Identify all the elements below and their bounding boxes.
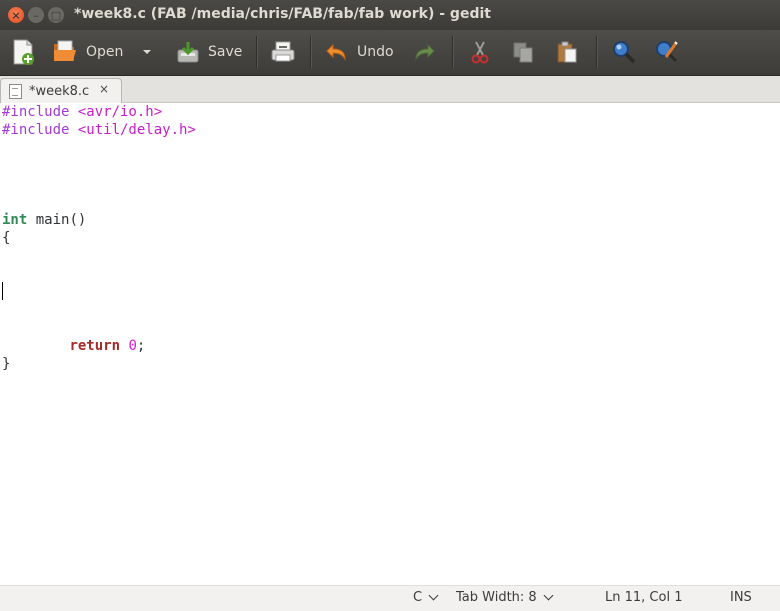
save-icon bbox=[177, 42, 199, 63]
copy-button[interactable] bbox=[511, 36, 535, 68]
toolbar-separator bbox=[452, 36, 453, 68]
return-keyword: return bbox=[69, 338, 121, 354]
paste-button[interactable] bbox=[555, 36, 579, 68]
new-button[interactable] bbox=[10, 36, 36, 68]
insert-mode: INS bbox=[730, 590, 752, 605]
undo-label: Undo bbox=[357, 44, 394, 60]
paste-icon bbox=[557, 41, 577, 63]
preprocessor-directive: #include bbox=[2, 104, 78, 120]
cut-icon bbox=[471, 41, 489, 64]
new-document-icon bbox=[13, 39, 34, 65]
include-path: <avr/io.h> bbox=[77, 104, 163, 120]
tab-label: *week8.c bbox=[29, 83, 90, 99]
maximize-icon[interactable]: □ bbox=[48, 7, 64, 23]
type-keyword: int bbox=[2, 212, 28, 228]
toolbar-separator bbox=[256, 36, 257, 68]
dropdown-arrow-icon bbox=[143, 50, 151, 54]
open-button[interactable]: Open bbox=[52, 36, 123, 68]
number-literal: 0 bbox=[128, 338, 137, 354]
save-label: Save bbox=[208, 44, 243, 60]
open-folder-icon bbox=[54, 40, 76, 61]
language-label: C bbox=[413, 590, 423, 605]
tab-width-label: Tab Width: 8 bbox=[456, 590, 537, 605]
undo-icon bbox=[326, 43, 346, 61]
tab-close-icon[interactable]: × bbox=[99, 82, 109, 96]
code-line: int main() bbox=[2, 211, 86, 229]
chevron-down-icon bbox=[543, 590, 554, 601]
print-icon bbox=[271, 41, 295, 62]
include-path: <util/delay.h> bbox=[77, 122, 196, 138]
code-text: ; bbox=[136, 338, 146, 354]
find-button[interactable] bbox=[611, 36, 637, 68]
find-replace-icon bbox=[656, 41, 678, 63]
code-line: { bbox=[2, 230, 11, 246]
undo-button[interactable]: Undo bbox=[325, 36, 394, 68]
minimize-icon[interactable]: – bbox=[28, 7, 44, 23]
cut-button[interactable] bbox=[468, 36, 492, 68]
cursor-position: Ln 11, Col 1 bbox=[605, 590, 683, 605]
find-replace-button[interactable] bbox=[654, 36, 680, 68]
redo-icon bbox=[415, 43, 435, 61]
open-label: Open bbox=[86, 44, 124, 60]
find-icon bbox=[613, 41, 636, 64]
save-button[interactable]: Save bbox=[176, 36, 242, 68]
code-line: } bbox=[2, 356, 11, 372]
copy-icon bbox=[513, 42, 533, 63]
toolbar-separator bbox=[310, 36, 311, 68]
chevron-down-icon bbox=[428, 590, 439, 601]
toolbar: Open Save Undo bbox=[0, 30, 780, 76]
document-tab-bar: *week8.c × bbox=[0, 76, 780, 103]
code-line: return 0; bbox=[2, 337, 145, 355]
code-line: #include <avr/io.h> bbox=[2, 103, 162, 121]
print-button[interactable] bbox=[270, 36, 296, 68]
toolbar-separator bbox=[596, 36, 597, 68]
code-line: #include <util/delay.h> bbox=[2, 121, 196, 139]
open-dropdown-button[interactable] bbox=[140, 36, 154, 68]
window-title: *week8.c (FAB /media/chris/FAB/fab/fab w… bbox=[74, 6, 491, 22]
title-bar: × – □ *week8.c (FAB /media/chris/FAB/fab… bbox=[0, 0, 780, 30]
text-cursor bbox=[2, 282, 3, 300]
close-icon[interactable]: × bbox=[8, 7, 24, 23]
code-editor[interactable]: #include <avr/io.h> #include <util/delay… bbox=[0, 103, 780, 585]
preprocessor-directive: #include bbox=[2, 122, 78, 138]
text-document-icon bbox=[9, 83, 22, 99]
tab-width-selector[interactable]: Tab Width: 8 bbox=[456, 590, 554, 605]
code-text: main() bbox=[27, 212, 87, 228]
language-selector[interactable]: C bbox=[413, 590, 439, 605]
tab-week8-c[interactable]: *week8.c × bbox=[0, 78, 122, 103]
status-bar: C Tab Width: 8 Ln 11, Col 1 INS bbox=[0, 585, 780, 611]
redo-button[interactable] bbox=[412, 36, 436, 68]
